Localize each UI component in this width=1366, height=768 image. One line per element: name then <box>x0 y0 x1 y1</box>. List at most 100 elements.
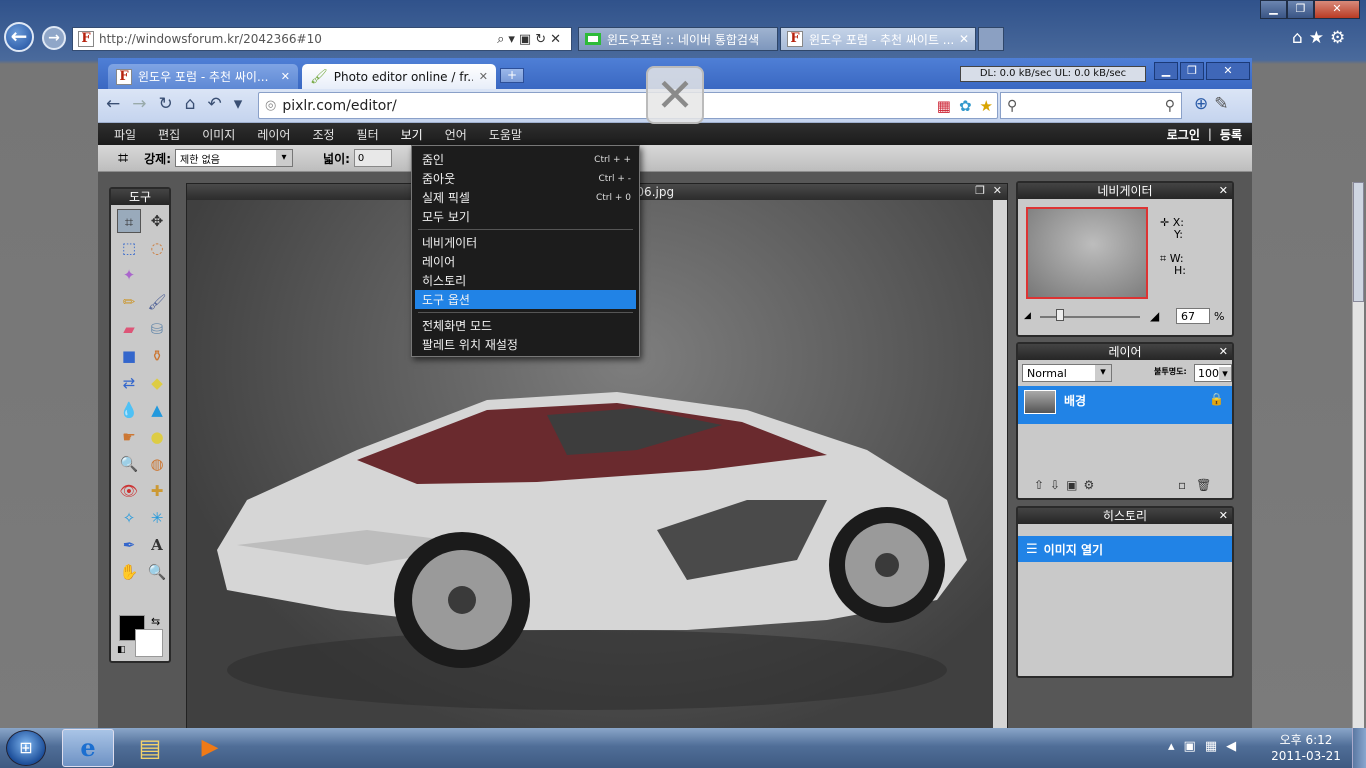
eraser-tool-icon[interactable]: ▰ <box>117 317 141 341</box>
address-actions-icon[interactable]: ⌕▾▣↻✕ <box>497 32 565 47</box>
network-icon[interactable]: ▦ <box>1205 739 1226 754</box>
menu-item-fullscreen[interactable]: 전체화면 모드 <box>412 316 639 335</box>
download-icon[interactable]: ⊕ <box>1194 94 1214 114</box>
menu-image[interactable]: 이미지 <box>202 126 235 143</box>
move-tool-icon[interactable]: ✥ <box>145 209 169 233</box>
minimize-button[interactable]: ▁ <box>1260 0 1287 19</box>
lasso-tool-icon[interactable]: ◌ <box>145 236 169 260</box>
login-link[interactable]: 로그인 <box>1167 126 1200 143</box>
close-icon[interactable]: ✕ <box>1219 508 1228 524</box>
zoom-tool-icon[interactable]: 🔍 <box>145 560 169 584</box>
menu-language[interactable]: 언어 <box>445 126 467 143</box>
close-icon[interactable]: ✕ <box>1219 344 1228 360</box>
bloat-tool-icon[interactable]: ✧ <box>117 506 141 530</box>
forward-button[interactable]: → <box>42 26 66 50</box>
maximize-button[interactable]: ❐ <box>1287 0 1314 19</box>
menu-edit[interactable]: 편집 <box>158 126 180 143</box>
menu-layer[interactable]: 레이어 <box>257 126 290 143</box>
ie-tab-naver[interactable]: 윈도우포럼 :: 네이버 통합검색 <box>578 27 778 51</box>
page-scrollbar[interactable] <box>1352 182 1364 728</box>
omnibox[interactable]: ◎ pixlr.com/editor/ ▦ ✿ ★ <box>258 92 998 119</box>
tab-close-icon[interactable]: ✕ <box>281 70 290 83</box>
omnibox-url[interactable]: pixlr.com/editor/ <box>282 98 936 114</box>
history-item[interactable]: ☰ 이미지 열기 <box>1018 536 1232 562</box>
hand-tool-icon[interactable]: ✋ <box>117 560 141 584</box>
menu-item-zoom-in[interactable]: 줌인 Ctrl + + <box>412 150 639 169</box>
start-button[interactable]: ⊞ <box>6 730 46 766</box>
device-icon[interactable]: ▣ <box>1184 739 1205 754</box>
bucket-tool-icon[interactable]: ⛁ <box>145 317 169 341</box>
taskbar-media-button[interactable]: ▶ <box>188 732 232 764</box>
ie-tab-windowsforum[interactable]: F 윈도우 포럼 - 추천 싸이트 ... ✕ <box>780 27 976 51</box>
fx-icon[interactable]: ⇧⇩ <box>1034 478 1066 492</box>
forward-arrow-icon[interactable]: → <box>132 94 158 114</box>
menu-item-reset-palettes[interactable]: 팔레트 위치 재설정 <box>412 335 639 354</box>
pencil-tool-icon[interactable]: ✏ <box>117 290 141 314</box>
trash-icon[interactable]: 🗑 <box>1196 478 1221 492</box>
menu-item-history[interactable]: 히스토리 <box>412 271 639 290</box>
bookmark-star-icon[interactable]: ★ <box>980 97 993 115</box>
settings-gear-icon[interactable]: ⚙ <box>1330 28 1351 48</box>
mask-icon[interactable]: ▣ <box>1066 478 1083 492</box>
stamp-tool-icon[interactable]: ⚱ <box>145 344 169 368</box>
menu-item-show-all[interactable]: 모두 보기 <box>412 207 639 226</box>
show-hidden-icon[interactable]: ▴ <box>1168 739 1184 754</box>
overlay-close-icon[interactable]: ✕ <box>646 66 704 124</box>
pinch-tool-icon[interactable]: ✳ <box>145 506 169 530</box>
new-tab-button[interactable]: + <box>500 68 524 83</box>
reload-icon[interactable]: ↻ <box>159 94 185 114</box>
ie-address-bar[interactable]: F http://windowsforum.kr/2042366#10 ⌕▾▣↻… <box>72 27 572 51</box>
search-box[interactable]: ⚲ ⚲ <box>1000 92 1182 119</box>
spot-heal-tool-icon[interactable]: ✚ <box>145 479 169 503</box>
extension-icon[interactable]: ▦ <box>937 97 951 115</box>
taskbar-ie-button[interactable]: e <box>62 729 114 767</box>
chrome-tab-windowsforum[interactable]: F 윈도우 포럼 - 추천 싸이... ✕ <box>108 64 298 89</box>
home-icon[interactable]: ⌂ <box>185 94 208 114</box>
shape-tool-icon[interactable]: ◆ <box>145 371 169 395</box>
picker-tool-icon[interactable]: ✒ <box>117 533 141 557</box>
swap-colors-icon[interactable]: ⇆ <box>151 615 160 628</box>
restore-icon[interactable]: ❐ <box>975 184 985 197</box>
clock[interactable]: 오후 6:12 2011-03-21 <box>1268 732 1344 764</box>
sharpen-tool-icon[interactable]: ▲ <box>145 398 169 422</box>
chrome-minimize-button[interactable]: ▁ <box>1154 62 1178 80</box>
extension-icon[interactable]: ✿ <box>959 97 972 115</box>
burn-tool-icon[interactable]: ◍ <box>145 452 169 476</box>
favorites-star-icon[interactable]: ★ <box>1309 28 1330 48</box>
crop-tool-icon[interactable]: ⌗ <box>117 209 141 233</box>
redeye-tool-icon[interactable]: 👁 <box>117 479 141 503</box>
register-link[interactable]: 등록 <box>1220 126 1242 143</box>
replace-tool-icon[interactable]: ⇄ <box>117 371 141 395</box>
menu-item-actual-pixels[interactable]: 실제 픽셀 Ctrl + 0 <box>412 188 639 207</box>
menu-item-tool-options[interactable]: 도구 옵션 <box>415 290 636 309</box>
tab-close-icon[interactable]: ✕ <box>959 32 969 46</box>
search-go-icon[interactable]: ⚲ <box>1165 98 1175 114</box>
home-icon[interactable]: ⌂ <box>1292 28 1309 48</box>
zoom-input[interactable]: 67 <box>1176 308 1210 324</box>
brush-tool-icon[interactable]: 🖌 <box>145 290 169 314</box>
zoom-out-icon[interactable]: ◢ <box>1024 311 1031 321</box>
width-input[interactable]: 0 <box>353 149 392 167</box>
zoom-in-icon[interactable]: ◢ <box>1150 309 1159 323</box>
opacity-select[interactable]: 100 ▾ <box>1194 364 1232 382</box>
constrain-select[interactable]: 제한 없음 ▾ <box>175 149 294 167</box>
menu-adjust[interactable]: 조정 <box>312 126 334 143</box>
reset-colors-icon[interactable]: ◧ <box>117 645 126 655</box>
scrollbar-thumb[interactable] <box>1353 182 1364 302</box>
wand-tool-icon[interactable]: ✦ <box>117 263 141 287</box>
chrome-tab-pixlr[interactable]: 🖌 Photo editor online / fr... ✕ <box>302 64 496 89</box>
menu-item-zoom-out[interactable]: 줌아웃 Ctrl + - <box>412 169 639 188</box>
wrench-icon[interactable]: ✎ <box>1214 94 1234 114</box>
sponge-tool-icon[interactable]: ● <box>145 425 169 449</box>
menu-filter[interactable]: 필터 <box>357 126 379 143</box>
new-layer-icon[interactable]: ▫ <box>1178 478 1196 492</box>
zoom-slider-thumb[interactable] <box>1056 309 1064 321</box>
undo-history-icon[interactable]: ↶▾ <box>208 94 255 114</box>
back-button[interactable]: ← <box>4 22 34 52</box>
zoom-slider[interactable] <box>1040 316 1140 318</box>
tab-close-icon[interactable]: ✕ <box>479 70 488 83</box>
navigator-thumbnail[interactable] <box>1026 207 1148 299</box>
taskbar-explorer-button[interactable]: ▤ <box>128 732 172 764</box>
smudge-tool-icon[interactable]: ☛ <box>117 425 141 449</box>
close-icon[interactable]: ✕ <box>1219 183 1228 199</box>
